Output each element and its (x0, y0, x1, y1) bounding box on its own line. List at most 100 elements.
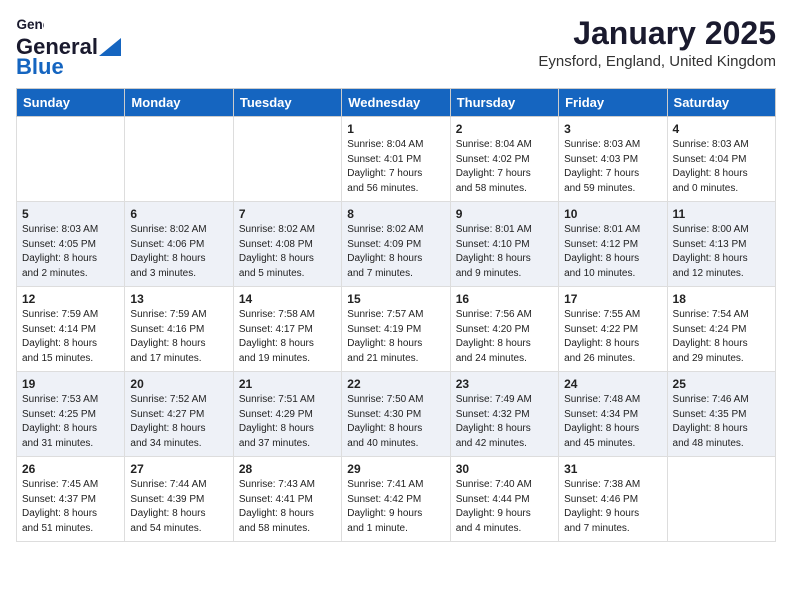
calendar-day-cell: 5 Sunrise: 8:03 AM Sunset: 4:05 PM Daylig… (17, 202, 125, 287)
calendar-day-cell: 23Sunrise: 7:49 AM Sunset: 4:32 PM Dayli… (450, 372, 558, 457)
day-info: Sunrise: 8:03 AM Sunset: 4:05 PM Dayligh… (22, 223, 119, 281)
calendar-week-row: 26 Sunrise: 7:45 AM Sunset: 4:37 PM Dayli… (17, 457, 776, 542)
month-title: January 2025 (538, 16, 776, 51)
header-saturday: Saturday (667, 89, 775, 117)
calendar-day-cell: 10 Sunrise: 8:01 AM Sunset: 4:12 PM Dayli… (559, 202, 667, 287)
day-number: 16 (456, 292, 553, 306)
calendar-day-cell (233, 117, 341, 202)
logo-icon: General (16, 16, 44, 34)
calendar-week-row: 5 Sunrise: 8:03 AM Sunset: 4:05 PM Daylig… (17, 202, 776, 287)
calendar-day-cell: 21 Sunrise: 7:51 AM Sunset: 4:29 PM Dayli… (233, 372, 341, 457)
day-number: 15 (347, 292, 444, 306)
day-number: 8 (347, 207, 444, 221)
location-text: Eynsford, England, United Kingdom (538, 53, 776, 70)
logo-blue: Blue (16, 54, 64, 80)
calendar-day-cell: 28 Sunrise: 7:43 AM Sunset: 4:41 PM Dayli… (233, 457, 341, 542)
svg-text:General: General (17, 17, 45, 32)
day-info: Sunrise: 7:59 AM Sunset: 4:16 PM Dayligh… (130, 308, 227, 366)
header-wednesday: Wednesday (342, 89, 450, 117)
calendar-day-cell (125, 117, 233, 202)
day-number: 3 (564, 122, 661, 136)
day-number: 19 (22, 377, 119, 391)
calendar-day-cell: 30 Sunrise: 7:40 AM Sunset: 4:44 PM Dayli… (450, 457, 558, 542)
day-number: 28 (239, 462, 336, 476)
day-number: 29 (347, 462, 444, 476)
title-area: January 2025 Eynsford, England, United K… (538, 16, 776, 70)
day-info: Sunrise: 7:43 AM Sunset: 4:41 PM Dayligh… (239, 478, 336, 536)
day-info: Sunrise: 8:01 AM Sunset: 4:10 PM Dayligh… (456, 223, 553, 281)
day-info: Sunrise: 7:50 AM Sunset: 4:30 PM Dayligh… (347, 393, 444, 451)
calendar-week-row: 1Sunrise: 8:04 AM Sunset: 4:01 PM Daylig… (17, 117, 776, 202)
calendar-day-cell: 12Sunrise: 7:59 AM Sunset: 4:14 PM Dayli… (17, 287, 125, 372)
calendar-day-cell: 3 Sunrise: 8:03 AM Sunset: 4:03 PM Daylig… (559, 117, 667, 202)
day-info: Sunrise: 8:02 AM Sunset: 4:09 PM Dayligh… (347, 223, 444, 281)
day-number: 20 (130, 377, 227, 391)
day-info: Sunrise: 7:58 AM Sunset: 4:17 PM Dayligh… (239, 308, 336, 366)
logo: General General Blue (16, 16, 121, 80)
day-number: 10 (564, 207, 661, 221)
day-number: 7 (239, 207, 336, 221)
day-info: Sunrise: 7:40 AM Sunset: 4:44 PM Dayligh… (456, 478, 553, 536)
day-info: Sunrise: 8:00 AM Sunset: 4:13 PM Dayligh… (673, 223, 770, 281)
day-number: 6 (130, 207, 227, 221)
day-number: 27 (130, 462, 227, 476)
logo-triangle-icon (99, 38, 121, 56)
calendar-day-cell: 2Sunrise: 8:04 AM Sunset: 4:02 PM Daylig… (450, 117, 558, 202)
calendar-day-cell: 15Sunrise: 7:57 AM Sunset: 4:19 PM Dayli… (342, 287, 450, 372)
day-number: 5 (22, 207, 119, 221)
day-info: Sunrise: 8:03 AM Sunset: 4:03 PM Dayligh… (564, 138, 661, 196)
calendar-day-cell: 22 Sunrise: 7:50 AM Sunset: 4:30 PM Dayli… (342, 372, 450, 457)
calendar-day-cell: 25 Sunrise: 7:46 AM Sunset: 4:35 PM Dayli… (667, 372, 775, 457)
day-info: Sunrise: 8:01 AM Sunset: 4:12 PM Dayligh… (564, 223, 661, 281)
calendar-day-cell: 13 Sunrise: 7:59 AM Sunset: 4:16 PM Dayli… (125, 287, 233, 372)
day-number: 4 (673, 122, 770, 136)
calendar-day-cell (17, 117, 125, 202)
day-info: Sunrise: 7:53 AM Sunset: 4:25 PM Dayligh… (22, 393, 119, 451)
page-header: General General Blue January 2025 Eynsfo… (16, 16, 776, 80)
calendar-day-cell: 9 Sunrise: 8:01 AM Sunset: 4:10 PM Daylig… (450, 202, 558, 287)
calendar-day-cell: 17Sunrise: 7:55 AM Sunset: 4:22 PM Dayli… (559, 287, 667, 372)
calendar-day-cell: 6 Sunrise: 8:02 AM Sunset: 4:06 PM Daylig… (125, 202, 233, 287)
header-thursday: Thursday (450, 89, 558, 117)
day-number: 9 (456, 207, 553, 221)
day-number: 24 (564, 377, 661, 391)
calendar-day-cell: 24 Sunrise: 7:48 AM Sunset: 4:34 PM Dayli… (559, 372, 667, 457)
header-monday: Monday (125, 89, 233, 117)
calendar-day-cell: 4Sunrise: 8:03 AM Sunset: 4:04 PM Daylig… (667, 117, 775, 202)
day-info: Sunrise: 7:54 AM Sunset: 4:24 PM Dayligh… (673, 308, 770, 366)
day-number: 30 (456, 462, 553, 476)
day-number: 13 (130, 292, 227, 306)
calendar-day-cell: 18 Sunrise: 7:54 AM Sunset: 4:24 PM Dayli… (667, 287, 775, 372)
day-info: Sunrise: 7:56 AM Sunset: 4:20 PM Dayligh… (456, 308, 553, 366)
day-info: Sunrise: 7:45 AM Sunset: 4:37 PM Dayligh… (22, 478, 119, 536)
day-info: Sunrise: 7:48 AM Sunset: 4:34 PM Dayligh… (564, 393, 661, 451)
calendar-day-cell: 16 Sunrise: 7:56 AM Sunset: 4:20 PM Dayli… (450, 287, 558, 372)
day-number: 21 (239, 377, 336, 391)
day-number: 26 (22, 462, 119, 476)
day-info: Sunrise: 7:59 AM Sunset: 4:14 PM Dayligh… (22, 308, 119, 366)
day-info: Sunrise: 7:44 AM Sunset: 4:39 PM Dayligh… (130, 478, 227, 536)
calendar-day-cell: 7Sunrise: 8:02 AM Sunset: 4:08 PM Daylig… (233, 202, 341, 287)
calendar-day-cell: 31Sunrise: 7:38 AM Sunset: 4:46 PM Dayli… (559, 457, 667, 542)
day-info: Sunrise: 8:04 AM Sunset: 4:02 PM Dayligh… (456, 138, 553, 196)
day-number: 31 (564, 462, 661, 476)
calendar-week-row: 19 Sunrise: 7:53 AM Sunset: 4:25 PM Dayli… (17, 372, 776, 457)
day-number: 22 (347, 377, 444, 391)
day-number: 11 (673, 207, 770, 221)
calendar-day-cell: 20Sunrise: 7:52 AM Sunset: 4:27 PM Dayli… (125, 372, 233, 457)
calendar-day-cell: 27 Sunrise: 7:44 AM Sunset: 4:39 PM Dayli… (125, 457, 233, 542)
calendar-day-cell: 8 Sunrise: 8:02 AM Sunset: 4:09 PM Daylig… (342, 202, 450, 287)
day-number: 14 (239, 292, 336, 306)
header-friday: Friday (559, 89, 667, 117)
calendar-day-cell: 14 Sunrise: 7:58 AM Sunset: 4:17 PM Dayli… (233, 287, 341, 372)
header-sunday: Sunday (17, 89, 125, 117)
day-info: Sunrise: 7:49 AM Sunset: 4:32 PM Dayligh… (456, 393, 553, 451)
calendar-week-row: 12Sunrise: 7:59 AM Sunset: 4:14 PM Dayli… (17, 287, 776, 372)
day-info: Sunrise: 7:51 AM Sunset: 4:29 PM Dayligh… (239, 393, 336, 451)
day-info: Sunrise: 7:46 AM Sunset: 4:35 PM Dayligh… (673, 393, 770, 451)
calendar-day-cell: 29Sunrise: 7:41 AM Sunset: 4:42 PM Dayli… (342, 457, 450, 542)
calendar-day-cell: 1Sunrise: 8:04 AM Sunset: 4:01 PM Daylig… (342, 117, 450, 202)
day-number: 25 (673, 377, 770, 391)
day-info: Sunrise: 8:02 AM Sunset: 4:06 PM Dayligh… (130, 223, 227, 281)
day-number: 18 (673, 292, 770, 306)
